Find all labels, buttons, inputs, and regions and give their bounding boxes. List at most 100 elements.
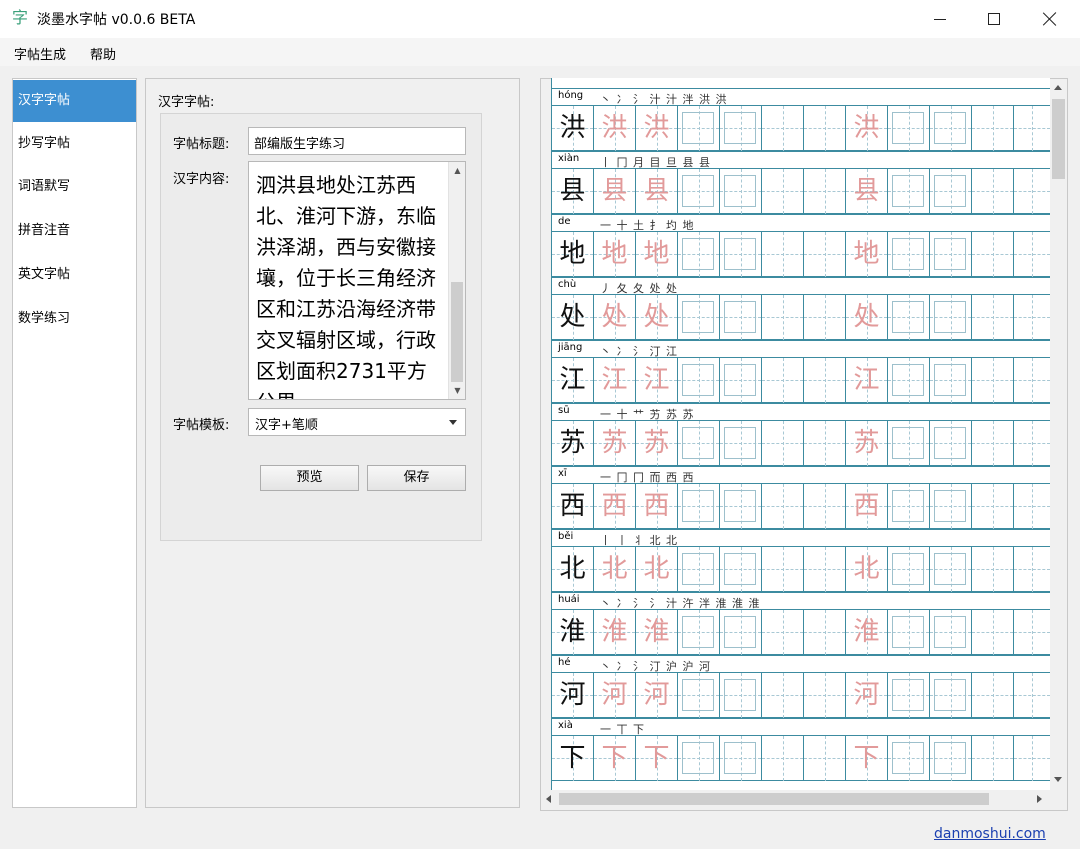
trace-character: 下 <box>601 743 628 773</box>
grid-cell: 洪 <box>846 106 888 151</box>
inner-practice-box <box>682 112 714 144</box>
scroll-thumb[interactable] <box>1052 99 1065 179</box>
pinyin-strip: sū 一 十 艹 艻 苏 苏 <box>552 403 1050 421</box>
inner-practice-box <box>724 742 756 774</box>
grid-cell: 北 <box>594 547 636 592</box>
trace-character: 淮 <box>643 617 670 647</box>
scroll-thumb[interactable] <box>559 793 989 805</box>
inner-practice-box <box>892 364 924 396</box>
trace-character: 江 <box>601 365 628 395</box>
template-label: 字帖模板: <box>173 418 230 433</box>
scroll-right-icon[interactable] <box>1037 795 1042 803</box>
grid-cell: 江 <box>636 358 678 403</box>
sidebar-item-hanzi[interactable]: 汉字字帖 <box>13 80 136 122</box>
grid-cell: 淮 <box>636 610 678 655</box>
trace-character: 江 <box>853 365 880 395</box>
template-select[interactable]: 汉字+笔顺 <box>248 408 466 436</box>
trace-character: 下 <box>643 743 670 773</box>
pinyin-label: huái <box>558 594 580 605</box>
website-link[interactable]: danmoshui.com <box>934 826 1046 842</box>
minimize-button[interactable] <box>912 0 968 38</box>
grid-cell <box>804 169 846 214</box>
practice-row: chù 丿 夂 夂 处 处处处处处 <box>552 277 1050 340</box>
grid-cell: 江 <box>552 358 594 403</box>
grid-cell: 地 <box>552 232 594 277</box>
scroll-down-icon[interactable] <box>1054 777 1062 782</box>
stroke-order: 一 十 土 扌 圴 地 <box>600 219 695 232</box>
scroll-thumb[interactable] <box>451 282 463 382</box>
grid-cell <box>678 547 720 592</box>
pinyin-strip: xī 一 冂 冂 而 西 西 <box>552 466 1050 484</box>
save-button[interactable]: 保存 <box>367 465 466 491</box>
pinyin-label: de <box>558 216 571 227</box>
scroll-down-icon[interactable]: ▼ <box>449 382 465 399</box>
model-character: 下 <box>559 743 586 773</box>
grid-cell <box>930 295 972 340</box>
grid-cell: 洪 <box>552 106 594 151</box>
scroll-up-icon[interactable] <box>1054 85 1062 90</box>
trace-character: 县 <box>601 176 628 206</box>
character-grid: 处处处处 <box>552 295 1050 340</box>
grid-cell <box>804 547 846 592</box>
preview-horizontal-scrollbar[interactable] <box>541 790 1050 808</box>
model-character: 淮 <box>559 617 586 647</box>
pinyin-label: xià <box>558 720 573 731</box>
pinyin-strip: jiāng 丶 冫 氵 汀 江 <box>552 340 1050 358</box>
grid-cell <box>720 232 762 277</box>
inner-practice-box <box>934 679 966 711</box>
trace-character: 洪 <box>643 113 670 143</box>
menu-help[interactable]: 帮助 <box>90 44 116 63</box>
scroll-up-icon[interactable]: ▲ <box>449 162 465 179</box>
sidebar-item-copy[interactable]: 抄写字帖 <box>13 123 136 165</box>
maximize-button[interactable] <box>966 0 1022 38</box>
grid-cell: 处 <box>552 295 594 340</box>
sidebar-item-dictation[interactable]: 词语默写 <box>13 166 136 208</box>
sidebar-item-pinyin[interactable]: 拼音注音 <box>13 210 136 252</box>
inner-practice-box <box>724 553 756 585</box>
title-input[interactable]: 部编版生字练习 <box>248 127 466 155</box>
pinyin-label: běi <box>558 531 574 542</box>
grid-cell: 西 <box>552 484 594 529</box>
grid-cell <box>888 547 930 592</box>
grid-cell: 地 <box>846 232 888 277</box>
inner-practice-box <box>892 553 924 585</box>
grid-cell <box>972 673 1014 718</box>
trace-character: 处 <box>643 302 670 332</box>
sidebar-item-math[interactable]: 数学练习 <box>13 298 136 340</box>
grid-cell: 下 <box>552 736 594 781</box>
grid-cell <box>972 484 1014 529</box>
close-button[interactable] <box>1022 0 1078 38</box>
content-label: 汉字内容: <box>173 172 230 187</box>
grid-cell <box>930 169 972 214</box>
inner-practice-box <box>934 616 966 648</box>
preview-vertical-scrollbar[interactable] <box>1050 79 1067 789</box>
stroke-order: 丶 冫 氵 汀 江 <box>600 345 678 358</box>
content-textarea[interactable]: 泗洪县地处江苏西北、淮河下游，东临洪泽湖，西与安徽接壤，位于长三角经济区和江苏沿… <box>248 161 466 400</box>
pinyin-label: xiàn <box>558 153 580 164</box>
grid-cell <box>804 610 846 655</box>
pinyin-strip: xiàn 丨 冂 月 目 旦 县 县 <box>552 151 1050 169</box>
preview-button[interactable]: 预览 <box>260 465 359 491</box>
grid-cell <box>804 421 846 466</box>
grid-cell: 北 <box>636 547 678 592</box>
menu-generate[interactable]: 字帖生成 <box>14 44 66 63</box>
grid-cell <box>804 358 846 403</box>
grid-cell: 地 <box>636 232 678 277</box>
model-character: 河 <box>559 680 586 710</box>
sidebar-item-english[interactable]: 英文字帖 <box>13 254 136 296</box>
trace-character: 地 <box>643 239 670 269</box>
grid-cell <box>762 673 804 718</box>
grid-cell <box>1014 484 1050 529</box>
content-scrollbar[interactable]: ▲ ▼ <box>448 162 465 399</box>
trace-character: 西 <box>601 491 628 521</box>
grid-cell <box>720 106 762 151</box>
section-title: 汉字字帖: <box>158 95 215 110</box>
inner-practice-box <box>724 301 756 333</box>
practice-sheet: hóng 丶 冫 氵 汁 汁 泮 洪 洪洪洪洪洪 xiàn 丨 冂 月 目 旦 县 县… <box>551 78 1050 790</box>
inner-practice-box <box>724 364 756 396</box>
scroll-left-icon[interactable] <box>546 795 551 803</box>
inner-practice-box <box>682 679 714 711</box>
grid-cell <box>888 169 930 214</box>
grid-cell <box>972 106 1014 151</box>
grid-cell <box>678 295 720 340</box>
